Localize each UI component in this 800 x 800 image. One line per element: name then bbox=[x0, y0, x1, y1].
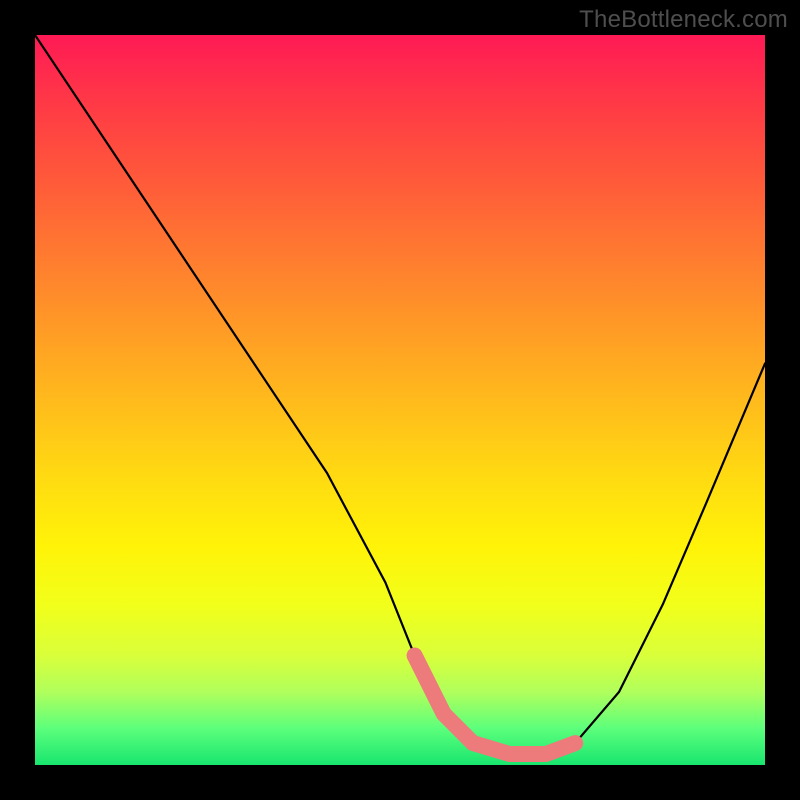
chart-frame: TheBottleneck.com bbox=[0, 0, 800, 800]
plot-area bbox=[35, 35, 765, 765]
chart-svg bbox=[35, 35, 765, 765]
optimal-zone-highlight bbox=[415, 656, 576, 755]
bottleneck-curve bbox=[35, 35, 765, 754]
watermark-text: TheBottleneck.com bbox=[579, 6, 788, 34]
